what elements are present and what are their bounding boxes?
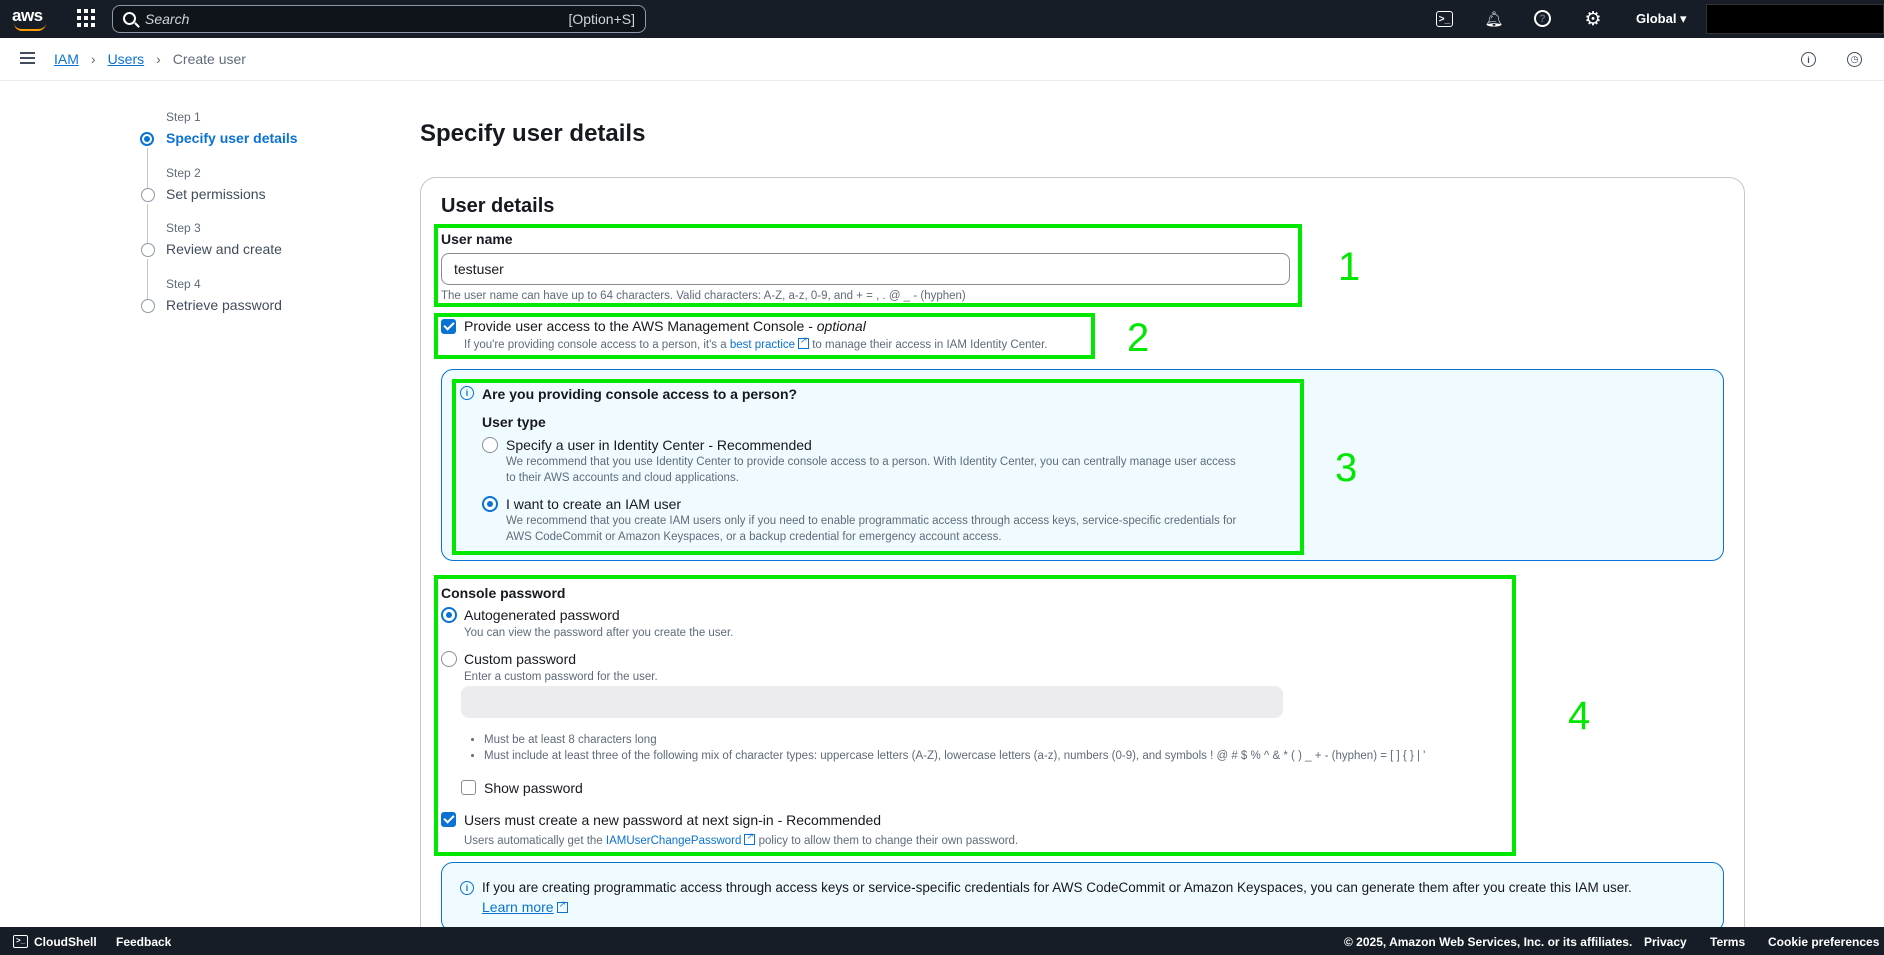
copyright: © 2025, Amazon Web Services, Inc. or its… bbox=[1344, 935, 1633, 949]
cloudshell-button[interactable]: CloudShell bbox=[34, 935, 97, 949]
step-number: Step 3 bbox=[166, 221, 201, 235]
region-selector[interactable]: Global ▾ bbox=[1636, 11, 1687, 27]
apps-icon[interactable] bbox=[77, 9, 95, 27]
breadcrumb-bar: IAM › Users › Create user i ◷ bbox=[0, 38, 1884, 81]
search-input[interactable] bbox=[145, 10, 445, 28]
feedback-button[interactable]: Feedback bbox=[116, 935, 171, 949]
highlight-number-3: 3 bbox=[1335, 446, 1358, 490]
top-navigation: aws [Option+S] >_ 🔔︎ ? ⚙ Global ▾ bbox=[0, 0, 1884, 38]
search-icon bbox=[123, 12, 136, 25]
privacy-link[interactable]: Privacy bbox=[1644, 935, 1687, 949]
help-icon[interactable]: ? bbox=[1534, 10, 1551, 27]
step-number: Step 4 bbox=[166, 277, 201, 291]
menu-icon[interactable] bbox=[20, 52, 35, 64]
feedback-icon[interactable]: ◷ bbox=[1847, 52, 1862, 67]
step-indicator bbox=[141, 188, 155, 202]
breadcrumb-iam[interactable]: IAM bbox=[54, 51, 79, 67]
info-icon: i bbox=[460, 881, 474, 895]
chevron-right-icon: › bbox=[90, 51, 96, 67]
step-indicator bbox=[141, 299, 155, 313]
step-indicator bbox=[141, 243, 155, 257]
page-title: Specify user details bbox=[420, 120, 646, 147]
step-title: Set permissions bbox=[166, 186, 266, 202]
aws-logo[interactable]: aws bbox=[12, 6, 48, 32]
account-menu[interactable] bbox=[1706, 4, 1884, 34]
step-title: Review and create bbox=[166, 241, 282, 257]
step-number: Step 1 bbox=[166, 110, 201, 124]
highlight-box-2 bbox=[434, 313, 1095, 359]
highlight-box-1 bbox=[434, 224, 1302, 307]
step-connector bbox=[147, 259, 148, 299]
gear-icon[interactable]: ⚙ bbox=[1583, 9, 1603, 30]
cloudshell-icon[interactable]: >_ bbox=[1436, 11, 1453, 27]
highlight-number-2: 2 bbox=[1127, 316, 1150, 360]
step-title: Retrieve password bbox=[166, 297, 282, 313]
chevron-right-icon: › bbox=[156, 51, 161, 67]
learn-more-text: Learn more bbox=[482, 899, 554, 915]
breadcrumb-current: Create user bbox=[172, 51, 246, 67]
terms-link[interactable]: Terms bbox=[1710, 935, 1745, 949]
highlight-number-1: 1 bbox=[1338, 245, 1361, 289]
step-number: Step 2 bbox=[166, 166, 201, 180]
programmatic-access-info bbox=[441, 862, 1724, 932]
step-indicator bbox=[140, 132, 154, 146]
cookie-preferences-link[interactable]: Cookie preferences bbox=[1768, 935, 1879, 949]
search-shortcut: [Option+S] bbox=[568, 11, 635, 27]
programmatic-access-text: If you are creating programmatic access … bbox=[482, 880, 1632, 895]
highlight-number-4: 4 bbox=[1568, 694, 1591, 738]
learn-more-link[interactable]: Learn more bbox=[482, 899, 568, 915]
card-title: User details bbox=[441, 195, 555, 217]
aws-smile-icon bbox=[14, 23, 46, 31]
step-connector bbox=[147, 148, 148, 188]
breadcrumb-users[interactable]: Users bbox=[108, 51, 145, 67]
footer: >_ CloudShell Feedback © 2025, Amazon We… bbox=[0, 927, 1884, 955]
search-box[interactable]: [Option+S] bbox=[112, 5, 646, 33]
external-link-icon bbox=[556, 899, 568, 913]
highlight-box-3 bbox=[452, 379, 1304, 555]
bell-icon[interactable]: 🔔︎ bbox=[1484, 9, 1504, 29]
cloudshell-icon[interactable]: >_ bbox=[13, 935, 28, 948]
highlight-box-4 bbox=[434, 575, 1516, 856]
breadcrumb: IAM › Users › Create user bbox=[54, 51, 246, 67]
step-title: Specify user details bbox=[166, 130, 298, 146]
step-connector bbox=[147, 204, 148, 244]
info-icon[interactable]: i bbox=[1801, 52, 1816, 67]
